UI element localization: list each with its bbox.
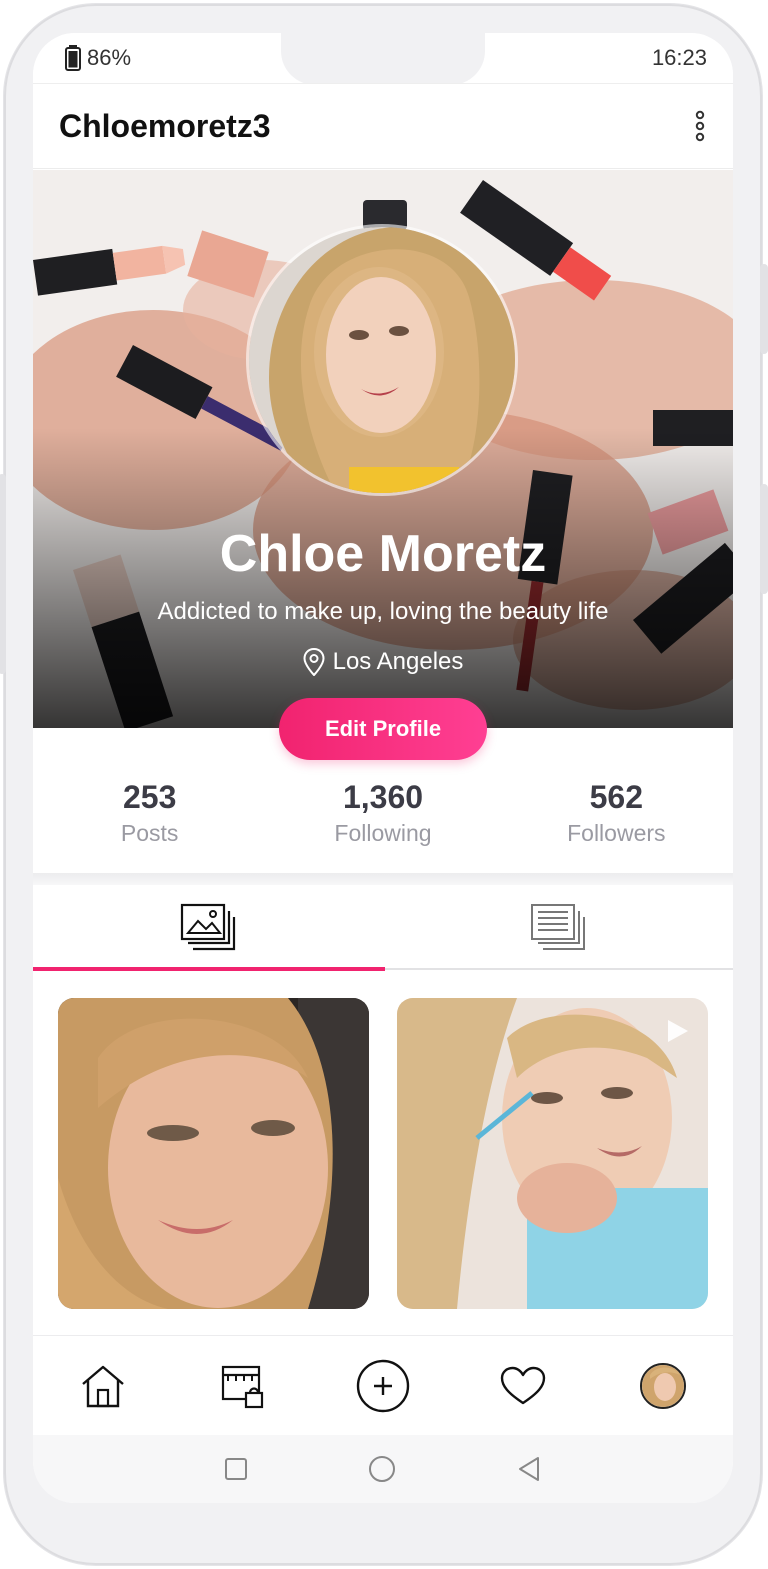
nav-add[interactable] [348, 1351, 418, 1421]
add-icon [356, 1359, 410, 1412]
home-button-icon[interactable] [368, 1455, 396, 1483]
nav-profile[interactable] [628, 1351, 698, 1421]
post-grid [58, 998, 708, 1309]
screen: 86% 16:23 Chloemoretz3 Chloe Moretz Addi… [33, 33, 733, 1503]
back-icon[interactable] [516, 1455, 542, 1483]
post-thumbnail[interactable] [397, 998, 708, 1309]
nav-shop[interactable] [208, 1351, 278, 1421]
clock: 16:23 [651, 45, 707, 70]
volume-button [0, 474, 6, 674]
shop-icon [221, 1365, 264, 1408]
battery-icon [65, 45, 81, 71]
post-photo [58, 998, 369, 1309]
profile-avatar-small [640, 1362, 686, 1409]
nav-favorites[interactable] [488, 1351, 558, 1421]
cover-image: Chloe Moretz Addicted to make up, loving… [33, 170, 733, 728]
stat-value: 253 [122, 779, 177, 815]
username: Chloemoretz3 [59, 108, 271, 144]
power-button [760, 264, 768, 354]
system-navigation [33, 1435, 733, 1503]
active-tab-indicator [33, 967, 385, 971]
tab-list[interactable] [383, 885, 733, 971]
nav-home[interactable] [68, 1351, 138, 1421]
notch [281, 33, 485, 85]
bottom-navigation [33, 1335, 733, 1435]
stat-value: 1,360 [342, 779, 424, 815]
edit-profile-button[interactable]: Edit Profile [279, 698, 487, 760]
recent-apps-icon[interactable] [224, 1457, 248, 1481]
stat-label: Following [334, 820, 432, 846]
video-play-icon [668, 1020, 688, 1042]
post-photo [397, 998, 708, 1309]
stat-posts[interactable]: 253 Posts [33, 763, 266, 873]
avatar-photo [249, 227, 515, 493]
stat-value: 562 [589, 779, 644, 815]
more-options-icon[interactable] [693, 110, 707, 142]
home-icon [82, 1365, 124, 1407]
profile-location: Los Angeles [33, 648, 733, 676]
profile-header: Chloemoretz3 [33, 83, 733, 169]
battery-percent: 86% [87, 45, 132, 70]
content-tabs [33, 885, 733, 971]
profile-avatar[interactable] [246, 224, 518, 496]
profile-name: Chloe Moretz [219, 525, 547, 583]
post-thumbnail[interactable] [58, 998, 369, 1309]
location-pin-icon [303, 648, 325, 676]
list-icon [531, 904, 585, 950]
location-text: Los Angeles [332, 648, 464, 675]
section-divider [33, 873, 733, 885]
stat-label: Followers [567, 820, 666, 846]
stat-following[interactable]: 1,360 Following [266, 763, 499, 873]
profile-bio: Addicted to make up, loving the beauty l… [157, 598, 609, 625]
stat-followers[interactable]: 562 Followers [500, 763, 733, 873]
profile-stats: 253 Posts 1,360 Following 562 Followers [33, 763, 733, 873]
photo-grid-icon [180, 903, 236, 951]
heart-icon [500, 1366, 546, 1404]
stat-label: Posts [120, 820, 179, 846]
tab-photos[interactable] [33, 885, 383, 971]
side-button [760, 484, 768, 594]
battery-indicator: 86% [65, 45, 131, 71]
